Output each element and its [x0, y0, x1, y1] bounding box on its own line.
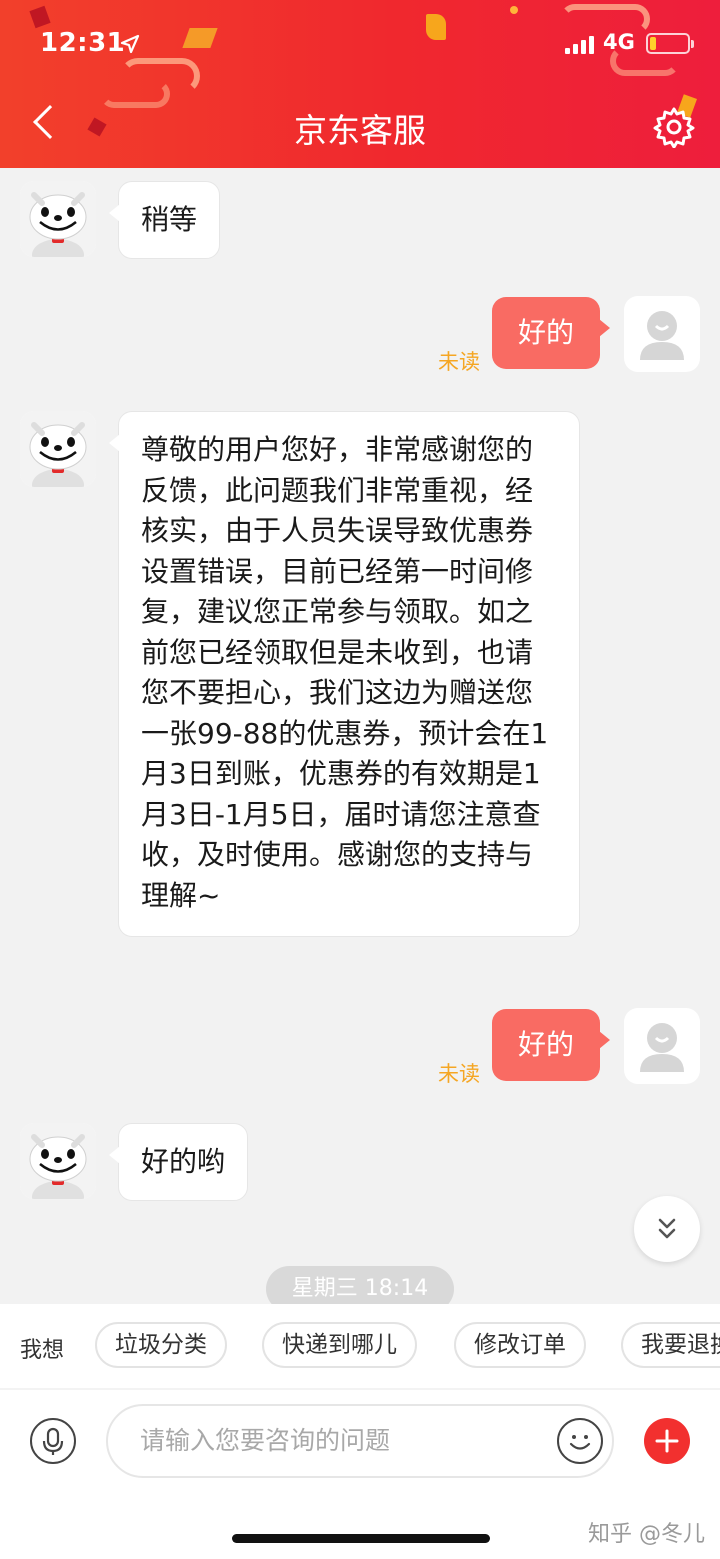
message-bubble: 好的 [492, 1009, 611, 1081]
bot-avatar[interactable] [20, 1123, 96, 1199]
microphone-icon[interactable] [30, 1418, 76, 1464]
message-bubble: 好的哟 [108, 1123, 249, 1201]
jd-mascot-icon [20, 181, 96, 257]
emoji-icon[interactable] [557, 1418, 603, 1464]
message-bubble: 稍等 [108, 181, 221, 259]
quick-reply-chip[interactable]: 修改订单 [454, 1322, 586, 1368]
home-indicator[interactable] [232, 1534, 490, 1543]
message-input[interactable]: 请输入您要咨询的问题 [106, 1404, 614, 1478]
battery-icon [646, 33, 694, 54]
scroll-to-bottom-button[interactable] [634, 1196, 700, 1262]
user-avatar[interactable] [624, 296, 700, 372]
gear-icon[interactable] [653, 106, 695, 148]
plus-icon [655, 1429, 679, 1453]
header-bar: 12:31 4G 京东客服 [0, 0, 720, 168]
quick-reply-label: 我想 [20, 1338, 65, 1363]
status-time: 12:31 [40, 28, 126, 58]
user-silhouette-icon [640, 311, 684, 360]
jd-mascot-icon [20, 1123, 96, 1199]
decoration [510, 6, 518, 14]
unread-status: 未读 [438, 1062, 480, 1086]
quick-reply-chip[interactable]: 我要退换 [621, 1322, 720, 1368]
divider [0, 1388, 720, 1390]
smiley-glyph [569, 1435, 591, 1450]
microphone-glyph [42, 1427, 64, 1455]
message-bubble: 好的 [492, 297, 611, 369]
page-title: 京东客服 [294, 111, 426, 150]
double-chevron-down-icon [658, 1218, 676, 1239]
message-bubble: 尊敬的用户您好，非常感谢您的反馈，此问题我们非常重视，经核实，由于人员失误导致优… [109, 411, 580, 937]
quick-reply-chip[interactable]: 快递到哪儿 [262, 1322, 417, 1368]
decoration [29, 5, 51, 29]
plus-button[interactable] [644, 1418, 690, 1464]
jd-mascot-icon [20, 411, 96, 487]
unread-status: 未读 [438, 350, 480, 374]
quick-reply-chip[interactable]: 垃圾分类 [95, 1322, 227, 1368]
location-arrow-icon [120, 34, 140, 54]
watermark: 知乎 @冬儿 [588, 1522, 705, 1547]
user-avatar[interactable] [624, 1008, 700, 1084]
bot-avatar[interactable] [20, 411, 96, 487]
decoration [182, 28, 218, 48]
signal-icon [565, 36, 595, 54]
user-silhouette-icon [640, 1023, 684, 1072]
network-type: 4G [603, 30, 635, 54]
decoration [426, 14, 446, 40]
bot-avatar[interactable] [20, 181, 96, 257]
